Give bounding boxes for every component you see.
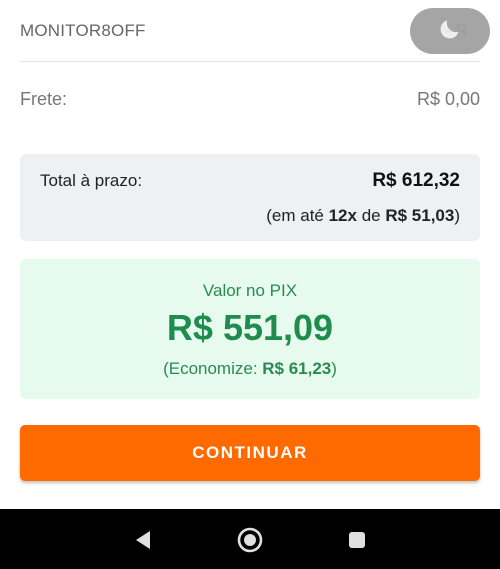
- pix-savings-prefix: (Economize:: [163, 359, 263, 378]
- shipping-value: R$ 0,00: [416, 88, 480, 109]
- pix-savings: (Economize: R$ 61,23): [20, 359, 480, 379]
- installments-middle: de: [356, 206, 386, 225]
- installments-suffix: ): [454, 206, 460, 225]
- coupon-code: MONITOR8OFF: [20, 20, 146, 40]
- shipping-label: Frete:: [20, 88, 68, 109]
- installments-count: 12x: [328, 206, 357, 225]
- checkout-summary-screen: MONITOR8OFF - R Frete: R$ 0,00 Total à p…: [0, 0, 500, 569]
- home-circle-icon[interactable]: [236, 526, 264, 554]
- pix-value: R$ 551,09: [166, 307, 334, 348]
- installments-prefix: (em até: [266, 206, 329, 225]
- dark-mode-toggle[interactable]: [410, 8, 490, 54]
- total-value: R$ 612,32: [372, 170, 460, 191]
- installments-value: R$ 51,03: [385, 206, 455, 225]
- shipping-row: Frete: R$ 0,00: [20, 62, 480, 136]
- pix-savings-suffix: ): [331, 359, 337, 378]
- pix-label: Valor no PIX: [202, 281, 298, 300]
- total-card: Total à prazo: R$ 612,32 (em até 12x de …: [20, 154, 480, 241]
- installments-info: (em até 12x de R$ 51,03): [40, 206, 460, 226]
- moon-icon: [437, 16, 463, 47]
- pix-savings-value: R$ 61,23: [262, 359, 332, 378]
- total-label: Total à prazo:: [40, 171, 143, 190]
- continue-button[interactable]: CONTINUAR: [20, 425, 480, 481]
- pix-card: Valor no PIX R$ 551,09 (Economize: R$ 61…: [20, 259, 480, 399]
- android-nav-bar: [0, 509, 500, 569]
- back-triangle-icon[interactable]: [129, 526, 157, 554]
- recents-square-icon[interactable]: [343, 526, 371, 554]
